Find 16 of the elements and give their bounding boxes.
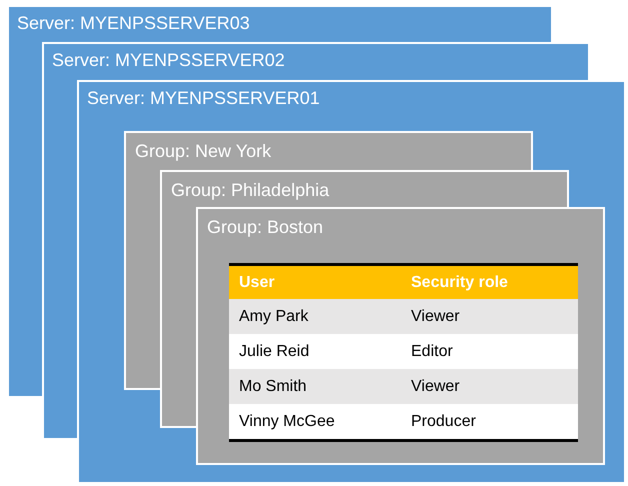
table-cell: Amy Park xyxy=(229,299,401,334)
table-cell: Mo Smith xyxy=(229,369,401,404)
column-header: Security role xyxy=(401,264,578,299)
group-title: Group: Philadelphia xyxy=(171,180,330,201)
table-cell: Editor xyxy=(401,334,578,369)
table-cell: Viewer xyxy=(401,299,578,334)
server-title: Server: MYENPSSERVER02 xyxy=(52,50,285,71)
server-title: Server: MYENPSSERVER03 xyxy=(17,13,250,34)
server-title: Server: MYENPSSERVER01 xyxy=(87,88,320,109)
table-cell: Julie Reid xyxy=(229,334,401,369)
group-title: Group: Boston xyxy=(207,217,324,238)
table-cell: Producer xyxy=(401,404,578,440)
table-cell: Vinny McGee xyxy=(229,404,401,440)
table-cell: Viewer xyxy=(401,369,578,404)
group-title: Group: New York xyxy=(135,141,272,162)
column-header: User xyxy=(229,264,401,299)
